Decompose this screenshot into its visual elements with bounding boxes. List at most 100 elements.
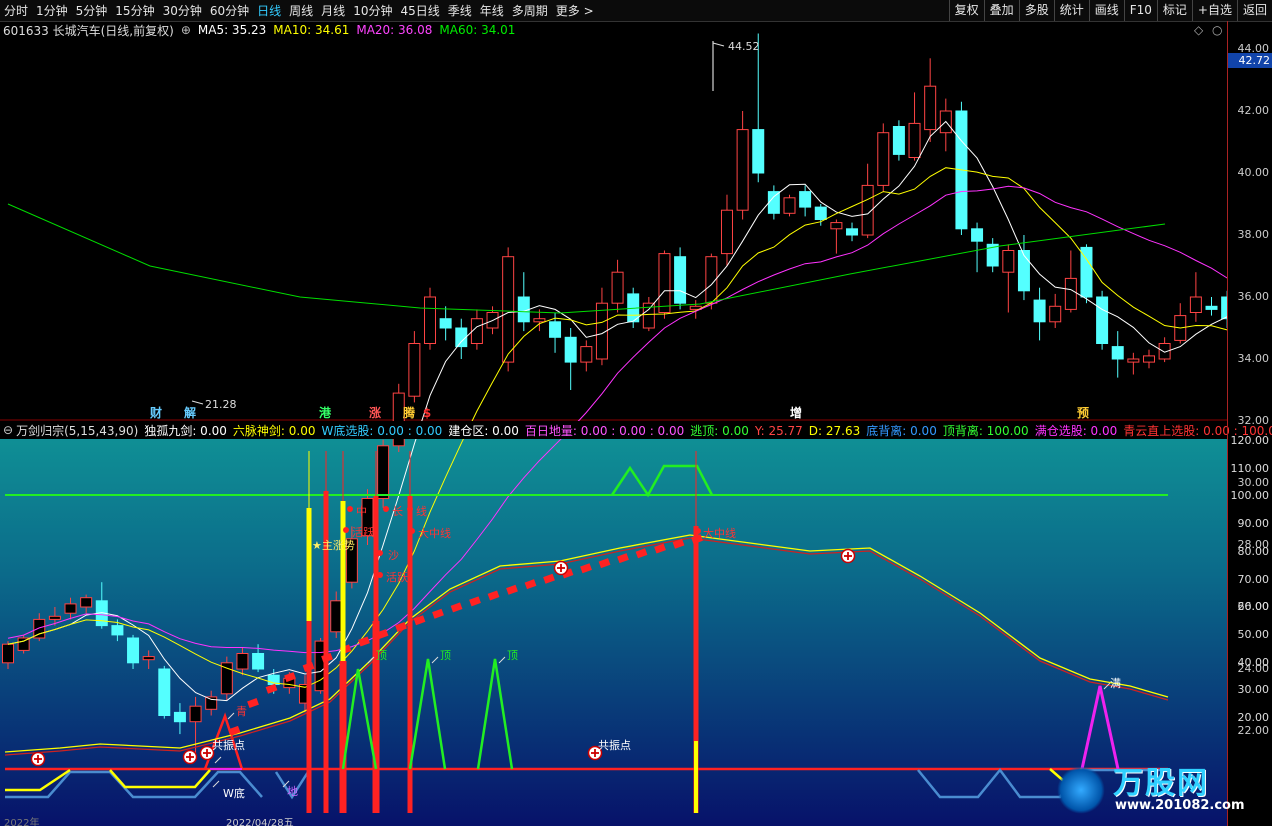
candle bbox=[470, 309, 483, 350]
candle bbox=[158, 665, 171, 719]
period-tab[interactable]: 15分钟 bbox=[111, 2, 158, 19]
candle bbox=[439, 306, 452, 341]
annotation-ding2: 顶 bbox=[440, 649, 451, 662]
event-mark[interactable]: $ bbox=[423, 406, 431, 420]
indicator-value: 百日地量: 0.00 : 0.00 : 0.00 bbox=[524, 423, 685, 438]
annotation-w_di: W底 bbox=[223, 786, 245, 800]
period-tab[interactable]: 45日线 bbox=[396, 2, 443, 19]
candle bbox=[611, 259, 624, 313]
price-tick: 44.00 bbox=[1237, 42, 1270, 55]
y-axis: 42.72 44.00 42.00 40.00 38.00 36.00 34.00 32.0… bbox=[1227, 21, 1272, 826]
annotation-gongzhen2: 共振点 bbox=[598, 738, 631, 752]
candle bbox=[767, 185, 780, 220]
annotation-man: 满 bbox=[1110, 677, 1121, 690]
candle bbox=[986, 238, 999, 273]
watermark-arrow-icon bbox=[1057, 766, 1105, 814]
period-tab[interactable]: 5分钟 bbox=[72, 2, 112, 19]
annotation-huo_b: 活跃 bbox=[386, 570, 408, 584]
signal-plus-icon bbox=[553, 560, 569, 576]
event-mark[interactable]: 腾 bbox=[402, 405, 416, 420]
toolbar-button[interactable]: 统计 bbox=[1053, 0, 1089, 21]
period-tab[interactable]: 季线 bbox=[444, 2, 476, 19]
candle bbox=[736, 111, 749, 220]
high-price-label: 44.52 bbox=[728, 40, 760, 53]
signal-plus-icon bbox=[30, 751, 46, 767]
annotation-di: 地 bbox=[287, 785, 298, 798]
annotation-qing: 青 bbox=[236, 705, 247, 718]
indicator-values: 独孤九剑: 0.00 六脉神剑: 0.00 W底选股: 0.00 : 0.00 建仓区… bbox=[144, 422, 1272, 439]
indicator-tick: 20.00 bbox=[1237, 711, 1270, 724]
event-mark[interactable]: 港 bbox=[319, 405, 332, 420]
indicator-tick: 70.00 bbox=[1237, 572, 1270, 586]
indicator-tick: 80.00 bbox=[1237, 544, 1270, 558]
candle bbox=[1080, 244, 1093, 304]
period-tab[interactable]: 周线 bbox=[285, 2, 317, 19]
annotation-xian: 线 bbox=[416, 504, 427, 518]
event-mark[interactable]: 解 bbox=[184, 405, 196, 420]
annotation-gongzhen1: 共振点 bbox=[212, 738, 245, 752]
toolbar-button[interactable]: 标记 bbox=[1156, 0, 1192, 21]
candle bbox=[924, 58, 937, 142]
event-mark[interactable]: 涨 bbox=[369, 405, 381, 420]
candle bbox=[658, 250, 671, 319]
period-tab[interactable]: 年线 bbox=[476, 2, 508, 19]
price-tick: 34.00 bbox=[1237, 352, 1270, 365]
candle bbox=[220, 656, 233, 700]
annotation-zhongxian: 大中线 bbox=[703, 526, 736, 540]
period-tab[interactable]: 日线 bbox=[253, 2, 285, 19]
candle bbox=[1127, 352, 1140, 375]
candle bbox=[408, 331, 421, 403]
candle bbox=[1064, 250, 1077, 313]
period-tab[interactable]: 分时 bbox=[0, 2, 32, 19]
annotation-ding3: 顶 bbox=[507, 649, 518, 662]
period-tab[interactable]: 1分钟 bbox=[32, 2, 72, 19]
toolbar-button[interactable]: +自选 bbox=[1191, 0, 1237, 21]
candle bbox=[1174, 303, 1187, 344]
high-annotation: 44.52 bbox=[712, 40, 760, 91]
toolbar-button[interactable]: 多股 bbox=[1018, 0, 1054, 21]
candle bbox=[502, 247, 515, 372]
candle bbox=[595, 287, 608, 366]
period-tab[interactable]: 60分钟 bbox=[206, 2, 253, 19]
time-axis: 2022年 2022/04/28五 bbox=[0, 816, 1228, 826]
candle bbox=[877, 123, 890, 192]
indicator-tick: 60.00 bbox=[1237, 600, 1270, 614]
candle bbox=[783, 194, 796, 217]
toolbar-button[interactable]: 叠加 bbox=[983, 0, 1019, 21]
event-mark[interactable]: 预 bbox=[1077, 406, 1089, 420]
period-tab[interactable]: 多周期 bbox=[508, 2, 552, 19]
candle bbox=[846, 222, 859, 242]
price-tick: 22.00 bbox=[1237, 724, 1270, 737]
annotation-zhuzhang: ★主涨势 bbox=[312, 539, 355, 552]
price-tick: 30.00 bbox=[1237, 476, 1270, 489]
candle bbox=[564, 328, 577, 390]
toolbar-button[interactable]: 复权 bbox=[948, 0, 984, 21]
toolbar-button[interactable]: F10 bbox=[1123, 0, 1157, 21]
period-tab[interactable]: 30分钟 bbox=[159, 2, 206, 19]
indicator-collapse-icon[interactable]: ⊖ bbox=[3, 423, 13, 437]
price-tick: 32.00 bbox=[1237, 414, 1270, 427]
candle bbox=[1189, 272, 1202, 322]
candle bbox=[580, 340, 593, 372]
signal-plus-icon bbox=[840, 548, 856, 564]
candle bbox=[971, 222, 984, 273]
candle bbox=[892, 120, 905, 161]
annotation-shao_a: 沙 bbox=[388, 549, 399, 562]
period-tab[interactable]: 月线 bbox=[317, 2, 349, 19]
candle bbox=[799, 185, 812, 217]
annotation-huo_a: 活跃 bbox=[352, 525, 374, 539]
candle bbox=[830, 219, 843, 254]
event-mark[interactable]: 财 bbox=[149, 405, 162, 420]
toolbar-button[interactable]: 画线 bbox=[1088, 0, 1124, 21]
event-mark[interactable]: 增 bbox=[790, 405, 802, 420]
signal-plus-icon bbox=[182, 749, 198, 765]
candle bbox=[1017, 235, 1030, 301]
indicator-value: Y: 25.77 bbox=[754, 423, 803, 438]
period-tab[interactable]: 10分钟 bbox=[349, 2, 396, 19]
period-tab[interactable]: 更多 > bbox=[552, 2, 598, 19]
candle bbox=[455, 318, 468, 359]
indicator-header: ⊖ 万剑归宗(5,15,43,90) 独孤九剑: 0.00 六脉神剑: 0.00 W… bbox=[0, 421, 1272, 439]
toolbar-button[interactable]: 返回 bbox=[1236, 0, 1272, 21]
candle bbox=[752, 33, 765, 183]
indicator-value: 建仓区: 0.00 bbox=[448, 423, 519, 438]
